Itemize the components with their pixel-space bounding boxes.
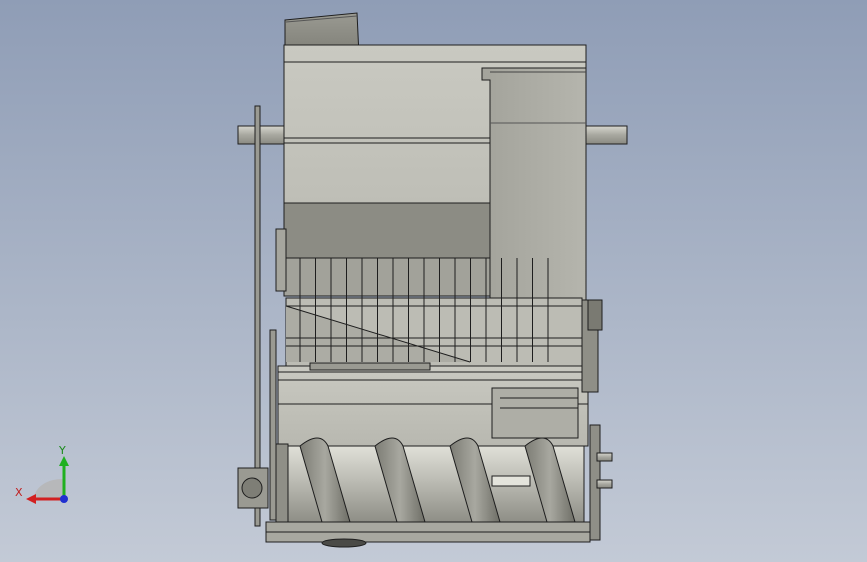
y-axis-label: Y xyxy=(58,444,66,457)
x-axis-label: X xyxy=(15,486,23,499)
left-rod xyxy=(254,105,261,527)
cad-viewport[interactable]: X Y xyxy=(0,0,867,562)
right-panel xyxy=(481,67,587,301)
left-shaft xyxy=(237,125,289,145)
side-window xyxy=(491,387,579,439)
orientation-triad[interactable]: X Y xyxy=(12,442,92,522)
nameplate xyxy=(491,475,531,487)
machine-model[interactable] xyxy=(237,12,628,548)
cad-scene[interactable] xyxy=(0,0,867,562)
z-axis-dot xyxy=(60,495,68,503)
triad-base-arc xyxy=(33,478,64,499)
right-shaft xyxy=(584,125,628,145)
shadow-band xyxy=(283,202,491,259)
